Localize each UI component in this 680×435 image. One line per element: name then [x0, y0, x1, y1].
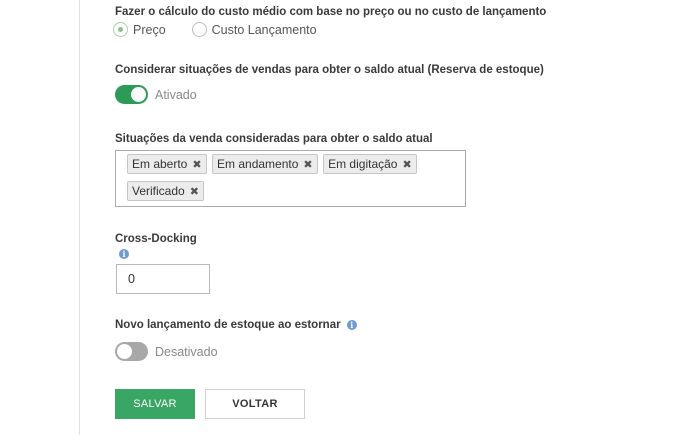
radio-preco[interactable]: Preço	[113, 22, 166, 37]
save-button[interactable]: SALVAR	[115, 389, 195, 419]
stock-reserve-toggle-row: Ativado	[115, 85, 197, 104]
reverse-stock-toggle[interactable]	[115, 342, 148, 361]
cross-docking-input[interactable]	[116, 264, 210, 294]
stock-reserve-label: Considerar situações de vendas para obte…	[115, 64, 544, 76]
tag-em-andamento: Em andamento ✖	[212, 154, 318, 174]
cost-calc-radio-group: Preço Custo Lançamento	[113, 22, 343, 37]
reverse-stock-label-text: Novo lançamento de estoque ao estornar	[115, 319, 341, 331]
sale-situations-multiselect[interactable]: Em aberto ✖ Em andamento ✖ Em digitação ✖ V…	[115, 150, 466, 207]
tag-label: Em andamento	[217, 157, 299, 171]
sale-situations-label: Situações da venda consideradas para obt…	[115, 133, 433, 145]
content-left-border	[79, 0, 80, 435]
stock-reserve-toggle[interactable]	[115, 85, 148, 104]
info-icon[interactable]: i	[119, 249, 129, 259]
stock-reserve-state: Ativado	[155, 87, 197, 102]
radio-custo-lancamento-label: Custo Lançamento	[211, 22, 317, 37]
cross-docking-label: Cross-Docking	[115, 233, 197, 245]
reverse-stock-toggle-row: Desativado	[115, 342, 218, 361]
remove-tag-icon[interactable]: ✖	[190, 185, 199, 198]
radio-custo-lancamento[interactable]: Custo Lançamento	[191, 22, 317, 37]
cost-calc-label: Fazer o cálculo do custo médio com base …	[115, 6, 547, 18]
radio-preco-label: Preço	[133, 22, 166, 37]
radio-preco-indicator[interactable]	[113, 22, 128, 37]
tag-verificado: Verificado ✖	[127, 181, 204, 201]
remove-tag-icon[interactable]: ✖	[402, 158, 411, 171]
info-icon[interactable]: i	[346, 320, 357, 330]
back-button[interactable]: VOLTAR	[205, 389, 305, 419]
tag-em-aberto: Em aberto ✖	[127, 154, 207, 174]
tag-label: Verificado	[132, 184, 185, 198]
reverse-stock-state: Desativado	[155, 344, 218, 359]
toggle-knob	[117, 344, 132, 359]
remove-tag-icon[interactable]: ✖	[303, 158, 312, 171]
reverse-stock-label: Novo lançamento de estoque ao estornar i	[115, 319, 357, 331]
tag-em-digitacao: Em digitação ✖	[323, 154, 417, 174]
toggle-knob	[131, 87, 146, 102]
radio-custo-lancamento-indicator[interactable]	[191, 22, 207, 37]
remove-tag-icon[interactable]: ✖	[192, 158, 201, 171]
tag-label: Em digitação	[328, 157, 398, 171]
tag-label: Em aberto	[132, 157, 188, 171]
